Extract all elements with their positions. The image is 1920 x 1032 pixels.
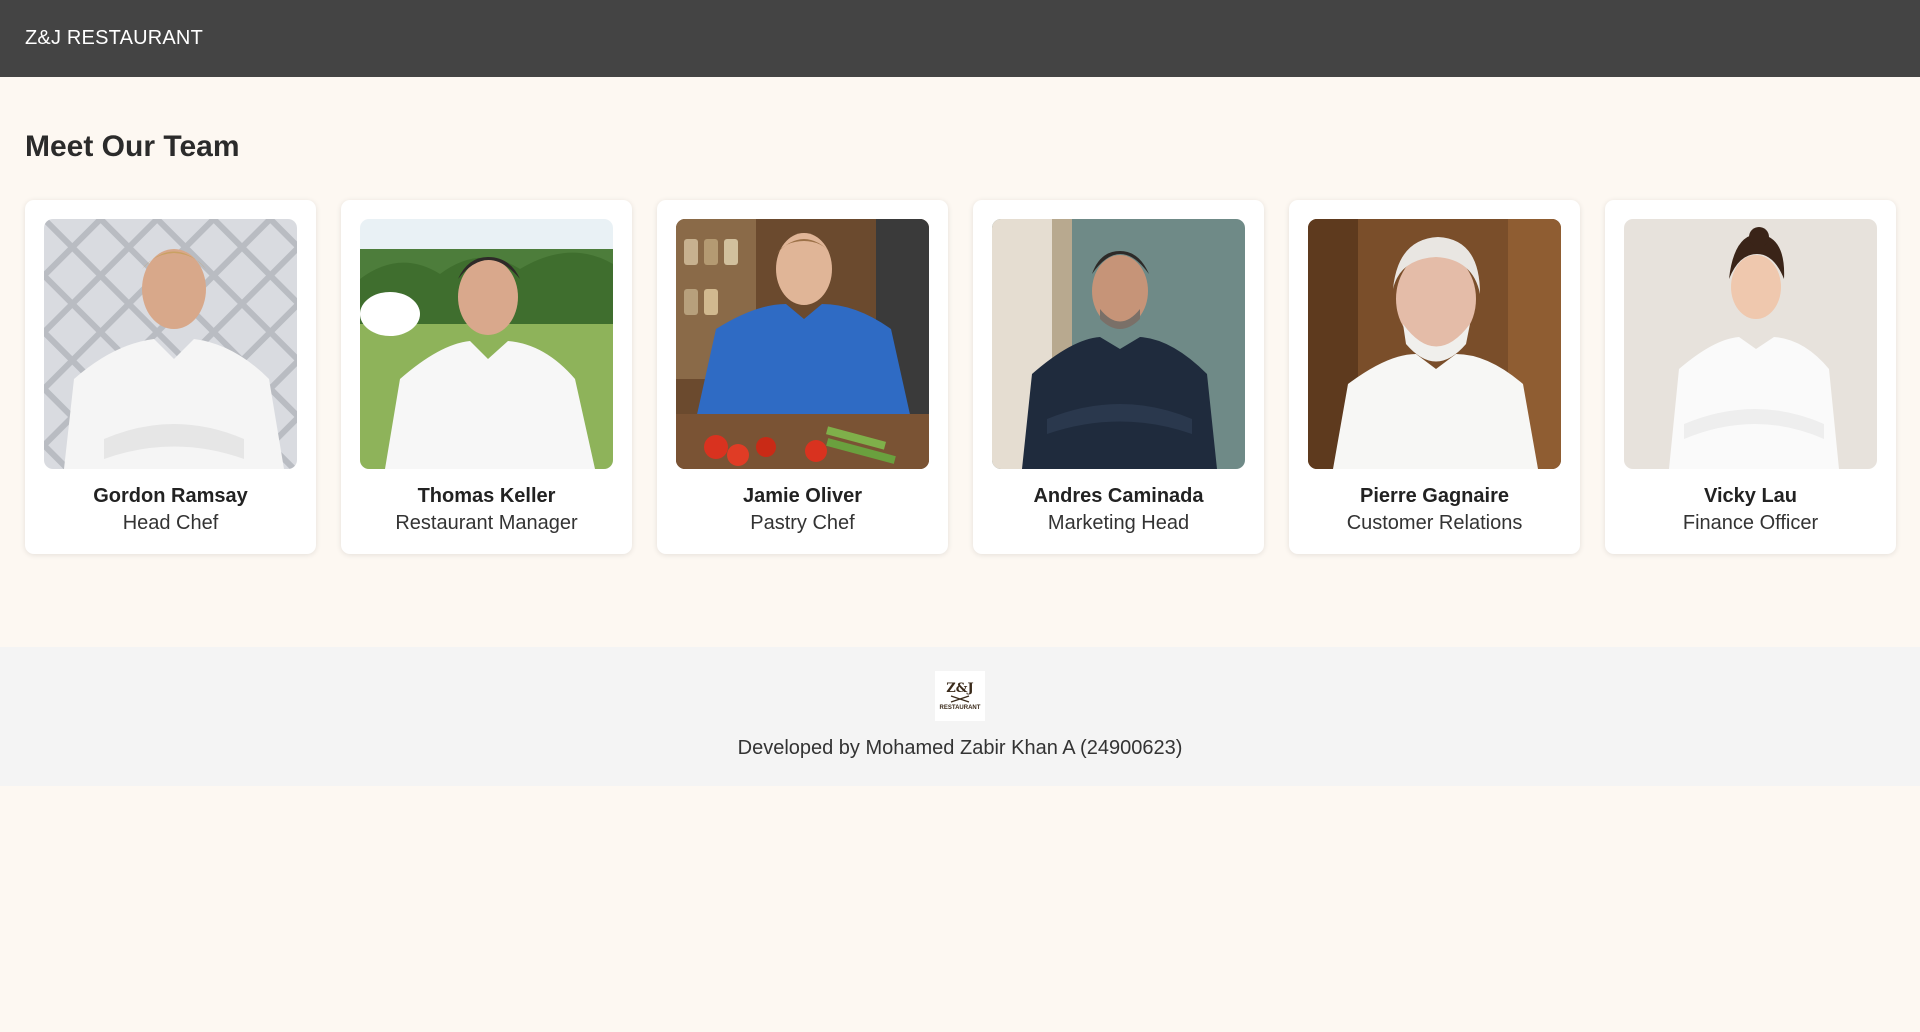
team-member-role: Head Chef	[122, 512, 219, 534]
team-member-photo	[992, 219, 1245, 469]
main-content: Meet Our Team Gordon Ramsay Head Chef Th…	[0, 77, 1920, 554]
restaurant-logo: Z&J RESTAURANT	[935, 671, 985, 721]
team-member-photo	[44, 219, 297, 469]
team-card: Gordon Ramsay Head Chef	[25, 200, 316, 554]
logo-main-text: Z&J	[946, 680, 974, 696]
page-footer: Z&J RESTAURANT Developed by Mohamed Zabi…	[0, 647, 1920, 786]
team-member-name: Andres Caminada	[1033, 485, 1204, 507]
team-member-name: Thomas Keller	[417, 485, 556, 507]
logo-sub-text: RESTAURANT	[939, 704, 981, 711]
team-card: Andres Caminada Marketing Head	[973, 200, 1264, 554]
team-card: Pierre Gagnaire Customer Relations	[1289, 200, 1580, 554]
team-member-role: Restaurant Manager	[395, 512, 578, 534]
page-title: Meet Our Team	[25, 130, 240, 163]
top-navbar: Z&J RESTAURANT	[0, 0, 1920, 77]
crossed-utensils-icon	[950, 694, 970, 703]
team-member-photo	[1308, 219, 1561, 469]
team-member-photo	[360, 219, 613, 469]
team-grid: Gordon Ramsay Head Chef Thomas Keller Re…	[25, 200, 1896, 554]
team-member-role: Marketing Head	[1047, 512, 1190, 534]
team-member-role: Finance Officer	[1682, 512, 1819, 534]
team-member-photo	[1624, 219, 1877, 469]
team-card: Vicky Lau Finance Officer	[1605, 200, 1896, 554]
team-member-photo	[676, 219, 929, 469]
developer-credit: Developed by Mohamed Zabir Khan A (24900…	[737, 737, 1183, 759]
team-card: Thomas Keller Restaurant Manager	[341, 200, 632, 554]
brand-logo-text[interactable]: Z&J RESTAURANT	[25, 27, 203, 50]
team-member-name: Vicky Lau	[1703, 485, 1798, 507]
team-member-name: Gordon Ramsay	[93, 485, 248, 507]
team-member-name: Jamie Oliver	[743, 485, 862, 507]
team-card: Jamie Oliver Pastry Chef	[657, 200, 948, 554]
team-member-role: Customer Relations	[1346, 512, 1523, 534]
team-member-role: Pastry Chef	[750, 512, 855, 534]
team-member-name: Pierre Gagnaire	[1360, 485, 1509, 507]
